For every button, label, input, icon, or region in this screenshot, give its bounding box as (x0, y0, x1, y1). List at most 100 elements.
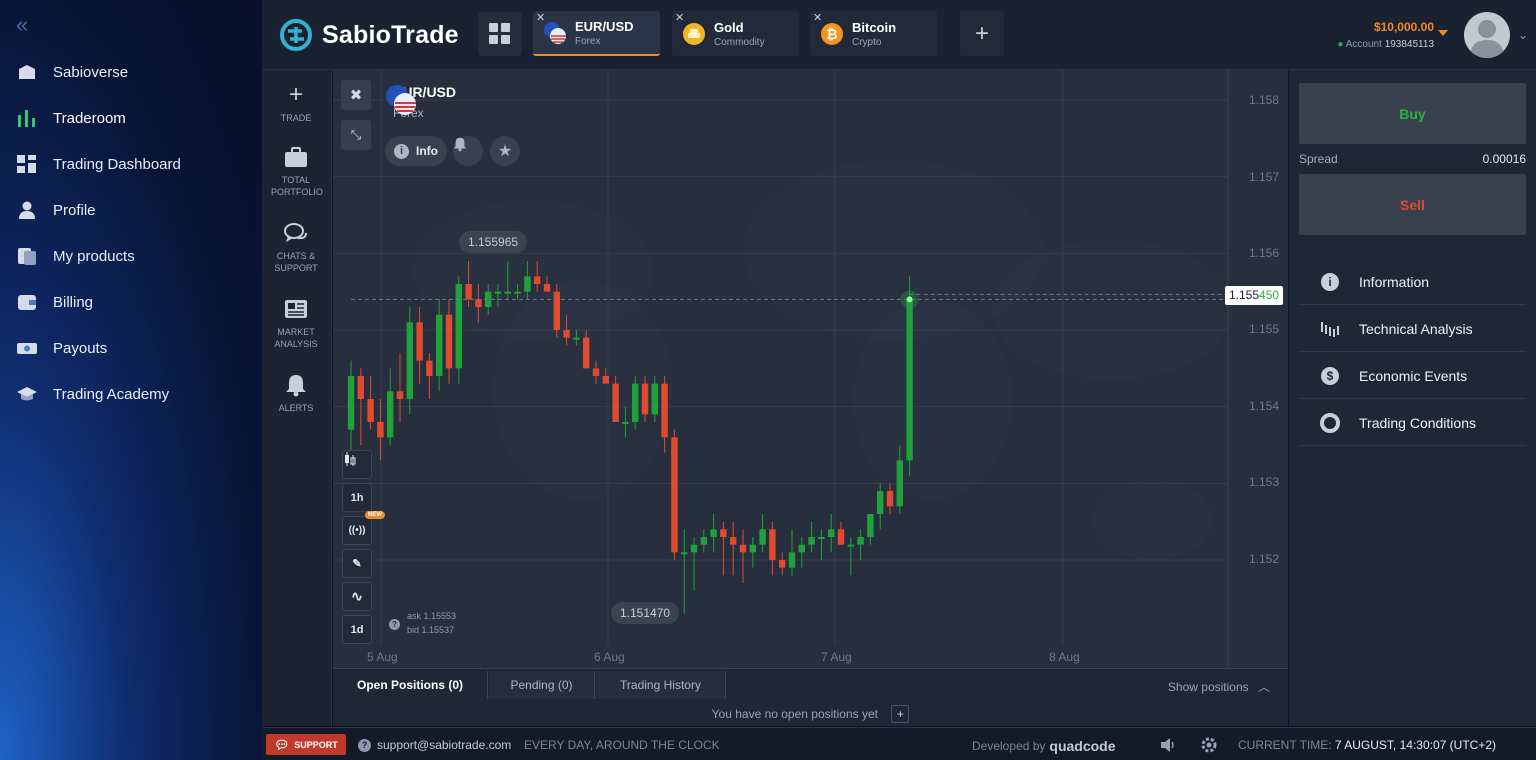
asset-tab-gold[interactable]: ✕ Gold Commodity (672, 11, 799, 56)
asset-tab-bitcoin[interactable]: ✕ ₿ Bitcoin Crypto (810, 11, 937, 56)
chart-type-button[interactable] (342, 450, 372, 479)
bell-icon (262, 372, 330, 398)
plus-icon: + (288, 81, 303, 108)
profile-icon (16, 199, 38, 221)
help-icon: ? (358, 738, 371, 752)
nav-item-trading-dashboard[interactable]: Trading Dashboard (16, 149, 181, 179)
tab-open-positions[interactable]: Open Positions (0) (333, 671, 488, 699)
support-email[interactable]: ? support@sabiotrade.com (358, 738, 511, 752)
nav-item-sabioverse[interactable]: Sabioverse (16, 57, 128, 87)
developed-by-label: Developed by (972, 739, 1046, 753)
candle-interval-button[interactable]: 1h (342, 483, 372, 512)
chats-support-tool[interactable]: CHATS & SUPPORT (262, 220, 330, 274)
trading-conditions-item[interactable]: Trading Conditions (1299, 400, 1526, 446)
balance-dropdown-icon[interactable] (1438, 30, 1448, 36)
candle-body (769, 529, 776, 560)
alert-button[interactable] (453, 136, 483, 166)
candle-body (730, 537, 737, 545)
info-item-label: Information (1359, 273, 1430, 290)
all-assets-button[interactable] (478, 12, 522, 56)
grid-icon (489, 23, 510, 44)
sell-button[interactable]: Sell (1299, 174, 1526, 235)
alerts-tool[interactable]: ALERTS (262, 372, 330, 414)
candle-body (867, 514, 874, 537)
info-item-label: Trading Conditions (1359, 414, 1476, 431)
asset-tab-eurusd[interactable]: ✕ EUR/USD Forex (533, 11, 660, 56)
trade-tool[interactable]: + TRADE (262, 81, 330, 124)
logo-icon (280, 19, 312, 51)
information-item[interactable]: i Information (1299, 259, 1526, 305)
close-icon[interactable]: ✕ (813, 11, 822, 24)
drawing-tools-button[interactable]: ✎ (342, 549, 372, 578)
settings-icon[interactable] (1200, 736, 1218, 754)
technical-analysis-item[interactable]: Technical Analysis (1299, 306, 1526, 352)
nav-item-payouts[interactable]: Payouts (16, 333, 107, 363)
nav-item-traderoom[interactable]: Traderoom (16, 103, 126, 133)
candle-body (886, 491, 894, 507)
market-analysis-tool[interactable]: MARKET ANALYSIS (262, 296, 330, 350)
help-icon[interactable]: ? (389, 619, 400, 630)
info-button[interactable]: i Info (385, 136, 447, 166)
close-chart-button[interactable]: ✖ (341, 80, 371, 110)
add-position-button[interactable]: + (891, 705, 910, 723)
lifebuoy-icon (1319, 412, 1341, 434)
support-button[interactable]: 💬︎ SUPPORT (266, 734, 346, 755)
bid-price: bid 1.15537 (407, 625, 455, 635)
collapse-sidebar-icon[interactable]: « (16, 14, 38, 36)
empty-positions-text: You have no open positions yet (711, 707, 878, 721)
nav-item-billing[interactable]: Billing (16, 287, 93, 317)
indicators-button[interactable]: ∿ (342, 582, 372, 611)
svg-text:₿: ₿ (826, 26, 837, 42)
candle-body (534, 276, 541, 284)
candle-body (906, 299, 913, 461)
show-positions-toggle[interactable]: Show positions ︿ (1168, 678, 1270, 695)
candle-body (553, 291, 560, 330)
nav-item-trading-academy[interactable]: Trading Academy (16, 379, 169, 409)
avatar[interactable] (1464, 12, 1510, 58)
signals-button[interactable]: ((•)) NEW (342, 511, 385, 545)
plus-icon: + (974, 19, 989, 47)
time-value: 7 AUGUST, 14:30:07 (1334, 738, 1447, 752)
user-avatar-icon (1470, 20, 1504, 58)
nav-item-profile[interactable]: Profile (16, 195, 96, 225)
support-label: SUPPORT (294, 739, 338, 750)
time-label: CURRENT TIME: (1238, 738, 1332, 752)
candle-body (592, 368, 600, 376)
tool-label: ALERTS (278, 403, 314, 413)
favorite-button[interactable]: ★ (490, 136, 520, 166)
nav-label: Profile (53, 201, 96, 219)
total-portfolio-tool[interactable]: TOTAL PORTFOLIO (262, 144, 330, 198)
tab-pending[interactable]: Pending (0) (489, 671, 595, 699)
empty-positions: You have no open positions yet + (333, 705, 1288, 723)
logo-text: SabioTrade (322, 20, 459, 49)
nav-label: Trading Dashboard (53, 155, 181, 173)
candle-body (396, 391, 404, 399)
nav-label: Trading Academy (53, 385, 170, 403)
candle-body (837, 529, 845, 545)
price-chart[interactable]: ✖ ⤡ EUR/USD Forex i Info ★ 1.155965 1.15… (333, 70, 1288, 668)
shrink-chart-button[interactable]: ⤡ (341, 120, 371, 150)
add-asset-button[interactable]: + (960, 11, 1004, 56)
current-time: CURRENT TIME: 7 AUGUST, 14:30:07 (UTC+2) (1238, 738, 1496, 752)
volume-icon[interactable] (1159, 736, 1177, 754)
chevron-down-icon[interactable]: ⌄ (1518, 28, 1528, 42)
candle-body (543, 284, 551, 292)
ask-price: ask 1.15553 (407, 611, 457, 621)
chat-icon (262, 220, 330, 246)
candle-body (475, 299, 482, 307)
sabiotrade-logo[interactable]: SabioTrade (280, 18, 459, 52)
candle-body (504, 291, 511, 294)
nav-item-my-products[interactable]: My products (16, 241, 135, 271)
close-icon[interactable]: ✕ (536, 11, 545, 24)
time-period-button[interactable]: 1d (342, 615, 372, 644)
close-icon[interactable]: ✕ (675, 11, 684, 24)
briefcase-icon (262, 144, 330, 170)
time-zone: (UTC+2) (1449, 738, 1496, 752)
tab-trading-history[interactable]: Trading History (596, 671, 726, 699)
x-tick: 6 Aug (594, 650, 625, 664)
buy-button[interactable]: Buy (1299, 83, 1526, 144)
chat-icon: 💬︎ (274, 737, 290, 752)
y-tick: 1.152 (1249, 552, 1280, 566)
account-balance[interactable]: $10,000.00 ● Account 193845113 (1337, 20, 1434, 50)
economic-events-item[interactable]: $ Economic Events (1299, 353, 1526, 399)
